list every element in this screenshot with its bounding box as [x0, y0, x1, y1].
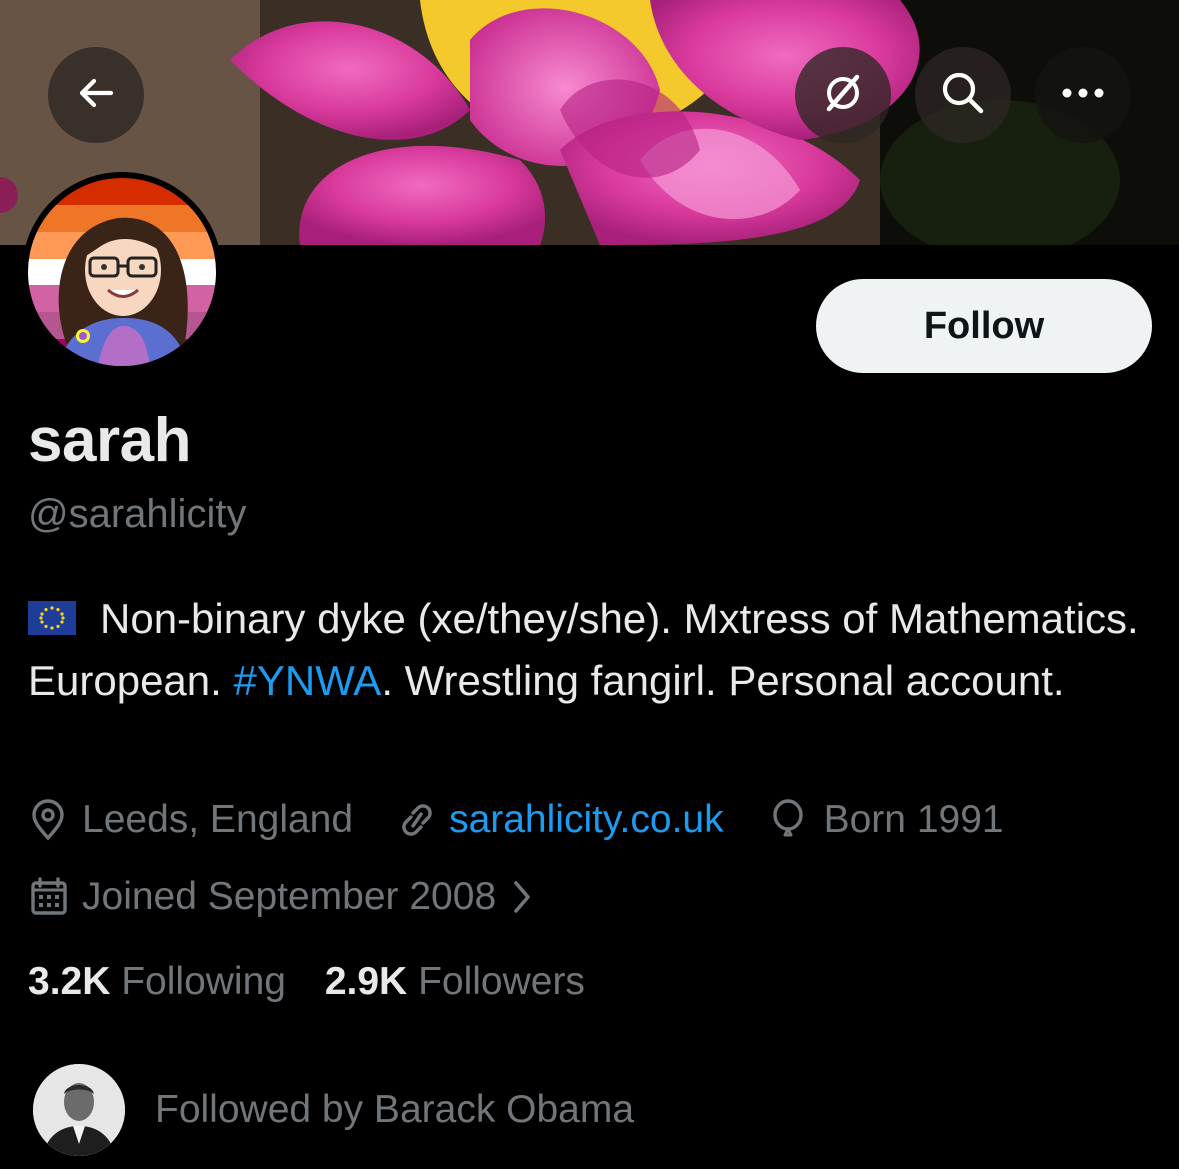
birth-item: Born 1991	[770, 798, 1004, 842]
followers-label: Followers	[418, 960, 585, 1003]
website-item[interactable]: sarahlicity.co.uk	[395, 798, 724, 842]
followers-stat[interactable]: 2.9K Followers	[325, 960, 585, 1003]
followed-by-text: Followed by Barack Obama	[155, 1088, 635, 1131]
arrow-left-icon	[75, 72, 117, 119]
location-text: Leeds, England	[82, 798, 354, 841]
follow-stats: 3.2K Following 2.9K Followers	[28, 960, 585, 1004]
balloon-icon	[770, 799, 818, 841]
more-horizontal-icon	[1060, 86, 1106, 105]
calendar-icon	[28, 876, 76, 918]
following-stat[interactable]: 3.2K Following	[28, 960, 297, 1003]
slashed-circle-icon	[819, 69, 867, 122]
following-label: Following	[121, 960, 286, 1003]
profile-bio: Non-binary dyke (xe/they/she). Mxtress o…	[28, 588, 1148, 712]
eu-flag-icon	[28, 601, 76, 635]
location-pin-icon	[28, 799, 76, 841]
chevron-right-icon	[510, 879, 534, 915]
birth-text: Born 1991	[823, 798, 1004, 841]
search-icon	[939, 69, 987, 122]
location-item: Leeds, England	[28, 798, 353, 842]
joined-text: Joined September 2008	[82, 875, 497, 918]
user-handle: @sarahlicity	[28, 492, 247, 536]
website-link[interactable]: sarahlicity.co.uk	[449, 798, 724, 842]
back-button[interactable]	[48, 47, 144, 143]
more-button[interactable]	[1035, 47, 1131, 143]
display-name: sarah	[28, 406, 191, 475]
follower-avatar	[33, 1064, 125, 1156]
profile-avatar[interactable]	[22, 172, 222, 372]
following-count: 3.2K	[28, 960, 111, 1003]
hashtag-link[interactable]: #YNWA	[234, 657, 382, 704]
joined-row[interactable]: Joined September 2008	[28, 875, 534, 919]
grok-button[interactable]	[795, 47, 891, 143]
search-button[interactable]	[915, 47, 1011, 143]
profile-meta-row: Leeds, England sarahlicity.co.uk Born 19…	[28, 798, 1004, 842]
avatar-image	[28, 178, 216, 366]
link-icon	[395, 800, 443, 840]
followed-by-row[interactable]: Followed by Barack Obama	[33, 1064, 634, 1156]
followers-count: 2.9K	[324, 960, 408, 1003]
bio-text-end: . Wrestling fangirl. Personal account.	[381, 657, 1065, 704]
follow-button[interactable]: Follow	[816, 279, 1152, 373]
